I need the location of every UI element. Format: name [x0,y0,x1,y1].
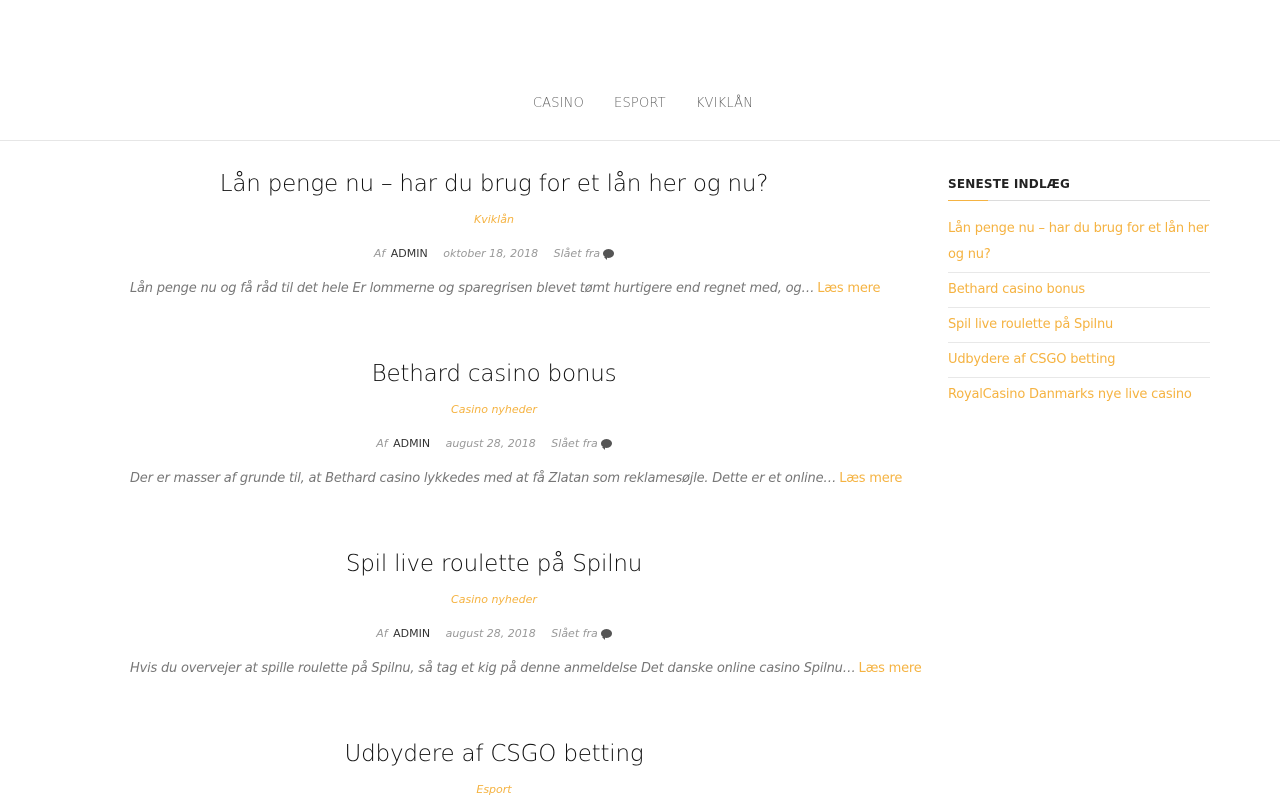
post-comments-label: Slået fra [551,437,598,450]
post-meta: Af ADMIN august 28, 2018 Slået fra [130,437,858,451]
post-item: Spil live roulette på Spilnu Casino nyhe… [130,549,922,691]
nav-item-kviklan[interactable]: KVIKLÅN [696,96,753,111]
recent-post-link[interactable]: Udbydere af CSGO betting [948,352,1116,367]
post-category[interactable]: Casino nyheder [130,593,858,607]
comment-icon [600,439,612,450]
post-item: Udbydere af CSGO betting Esport [130,739,858,797]
post-item: Bethard casino bonus Casino nyheder Af A… [130,359,902,501]
read-more-link[interactable]: Læs mere [817,281,880,296]
recent-post-link[interactable]: Bethard casino bonus [948,282,1085,297]
post-author[interactable]: ADMIN [393,437,430,450]
post-category[interactable]: Esport [130,783,858,797]
post-title[interactable]: Lån penge nu – har du brug for et lån he… [130,169,858,199]
comment-icon [600,629,612,640]
post-category[interactable]: Kviklån [130,213,858,227]
post-by-label: Af [373,247,386,260]
post-excerpt: Der er masser af grunde til, at Bethard … [130,470,902,488]
nav-item-casino[interactable]: CASINO [533,96,584,111]
post-title[interactable]: Udbydere af CSGO betting [130,739,858,769]
post-excerpt-text: Hvis du overvejer at spille roulette på … [130,661,856,676]
sidebar: SENESTE INDLÆG Lån penge nu – har du bru… [948,177,1210,416]
post-date[interactable]: oktober 18, 2018 [443,247,538,260]
recent-post-item: Bethard casino bonus [948,277,1210,308]
read-more-link[interactable]: Læs mere [839,471,902,486]
post-date[interactable]: august 28, 2018 [446,627,536,640]
post-comments[interactable]: Slået fra [551,437,612,450]
widget-title-recent-posts: SENESTE INDLÆG [948,177,1210,201]
recent-post-item: Udbydere af CSGO betting [948,347,1210,378]
recent-post-item: RoyalCasino Danmarks nye live casino [948,382,1210,412]
post-meta: Af ADMIN august 28, 2018 Slået fra [130,627,858,641]
post-by-label: Af [376,437,388,450]
site-header: CASINO ESPORT KVIKLÅN [0,0,1280,141]
post-author[interactable]: ADMIN [393,627,430,640]
recent-post-link[interactable]: Spil live roulette på Spilnu [948,317,1113,332]
recent-post-link[interactable]: Lån penge nu – har du brug for et lån he… [948,221,1209,262]
recent-post-link[interactable]: RoyalCasino Danmarks nye live casino [948,387,1192,402]
post-comments-label: Slået fra [551,627,598,640]
post-title[interactable]: Spil live roulette på Spilnu [130,549,858,579]
main-nav: CASINO ESPORT KVIKLÅN [0,96,1280,111]
post-meta: Af ADMIN oktober 18, 2018 Slået fra [130,247,858,261]
post-item: Lån penge nu – har du brug for et lån he… [130,169,881,311]
post-comments-label: Slået fra [553,247,601,260]
recent-post-item: Spil live roulette på Spilnu [948,312,1210,343]
post-comments[interactable]: Slået fra [551,627,612,640]
post-author[interactable]: ADMIN [391,247,428,260]
recent-post-item: Lån penge nu – har du brug for et lån he… [948,216,1210,273]
post-excerpt-text: Der er masser af grunde til, at Bethard … [130,471,837,486]
post-category[interactable]: Casino nyheder [130,403,858,417]
comment-icon [603,249,615,260]
post-comments[interactable]: Slået fra [554,247,615,260]
read-more-link[interactable]: Læs mere [859,661,922,676]
post-excerpt: Lån penge nu og få råd til det hele Er l… [130,280,881,298]
nav-item-esport[interactable]: ESPORT [614,96,666,111]
post-excerpt: Hvis du overvejer at spille roulette på … [130,660,922,678]
post-title[interactable]: Bethard casino bonus [130,359,858,389]
post-excerpt-text: Lån penge nu og få råd til det hele Er l… [130,281,815,296]
post-date[interactable]: august 28, 2018 [446,437,536,450]
post-by-label: Af [376,627,388,640]
recent-posts-list: Lån penge nu – har du brug for et lån he… [948,216,1210,412]
